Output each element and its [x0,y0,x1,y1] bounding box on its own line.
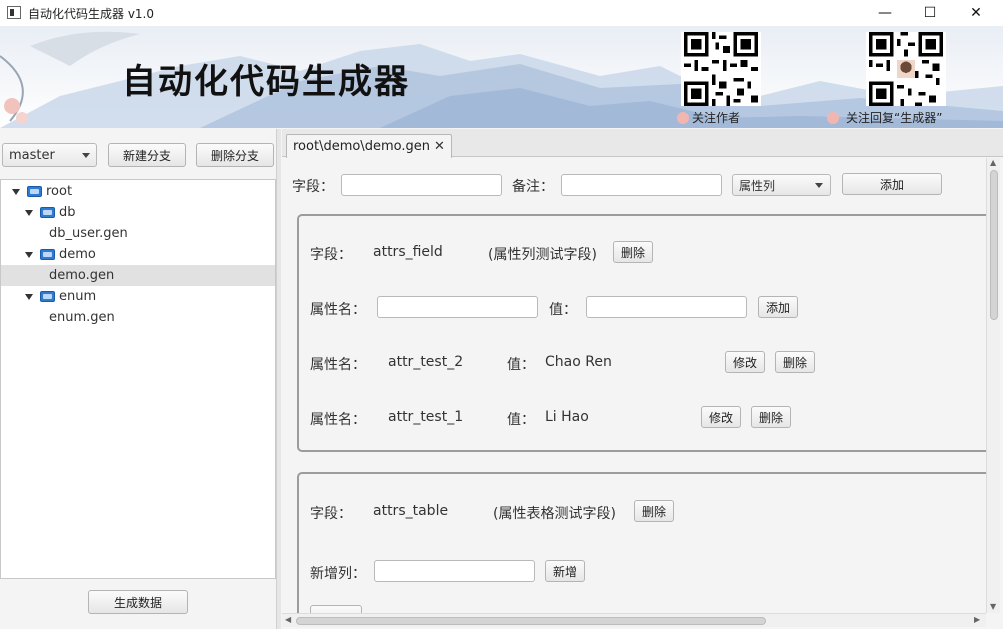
note-input[interactable] [561,174,722,196]
partial-button[interactable] [310,605,362,613]
new-column-label: 新增列： [310,566,366,582]
attr-value-label: 值： [549,302,577,318]
new-column-button[interactable]: 新增 [545,560,585,582]
delete-attr-button[interactable]: 删除 [775,351,815,373]
tree-item-enum[interactable]: enum [1,286,275,307]
attr-name-label: 属性名： [310,412,366,428]
modify-attr-button[interactable]: 修改 [725,351,765,373]
tree-item-label: demo.gen [49,268,115,283]
qr-left-caption: 关注作者 [692,111,741,125]
split-divider[interactable] [276,129,281,629]
tree-item-label: enum [59,289,97,304]
banner-title: 自动化代码生成器 [122,62,410,102]
close-button[interactable]: ✕ [953,0,999,26]
left-panel: master 新建分支 删除分支 root db db_user.gen dem… [0,129,276,629]
flower-icon [827,112,839,124]
scroll-down-icon[interactable]: ▼ [990,602,996,611]
card-field-desc: (属性表格测试字段) [493,506,616,522]
qr-right-caption: 关注回复“生成器” [846,111,943,125]
card-field-label: 字段： [310,506,352,522]
qr-code-reply [866,32,946,106]
attr-name-label: 属性名： [310,302,366,318]
attr-value-input[interactable] [586,296,747,318]
app-icon [7,6,21,19]
generate-data-button[interactable]: 生成数据 [88,590,188,614]
scroll-left-icon[interactable]: ◀ [285,615,291,624]
folder-icon [40,249,55,260]
attr-name: attr_test_2 [388,354,464,370]
tree-item-enum-gen[interactable]: enum.gen [1,307,275,328]
branch-select[interactable]: master [2,143,97,167]
chevron-down-icon [815,183,823,188]
expand-caret-icon[interactable] [25,294,33,300]
tab-demo-gen[interactable]: root\demo\demo.gen ✕ [286,134,452,158]
branch-select-value: master [9,147,55,163]
expand-caret-icon[interactable] [25,210,33,216]
window-title: 自动化代码生成器 v1.0 [28,7,155,21]
attr-name-input[interactable] [377,296,538,318]
tree-item-label: root [46,184,73,199]
scroll-right-icon[interactable]: ▶ [974,615,980,624]
add-field-button[interactable]: 添加 [842,173,942,195]
attr-value-label: 值： [507,412,535,428]
title-bar: 自动化代码生成器 v1.0 — ☐ ✕ [0,0,1003,26]
new-column-input[interactable] [374,560,535,582]
tree-item-root[interactable]: root [1,181,275,202]
file-tree: root db db_user.gen demo demo.gen enum e… [0,179,276,579]
qr-code-author [681,32,761,106]
field-card-attrs-field: 字段： attrs_field (属性列测试字段) 删除 属性名： 值： 添加 … [297,214,986,452]
attr-value: Li Hao [545,409,589,425]
delete-branch-button[interactable]: 删除分支 [196,143,274,167]
card-field-desc: (属性列测试字段) [488,247,597,263]
attr-name: attr_test_1 [388,409,464,425]
delete-field-button[interactable]: 删除 [613,241,653,263]
editor-content: 字段： 备注： 属性列 添加 字段： attrs_field (属性列测试字段)… [282,158,986,613]
card-field-name: attrs_field [373,244,443,260]
chevron-down-icon [82,153,90,158]
field-card-attrs-table: 字段： attrs_table (属性表格测试字段) 删除 新增列： 新增 [297,472,986,613]
tree-item-db-user-gen[interactable]: db_user.gen [1,223,275,244]
attr-name-label: 属性名： [310,357,366,373]
tree-item-label: db_user.gen [49,226,128,241]
tree-item-label: enum.gen [49,310,115,325]
expand-caret-icon[interactable] [12,189,20,195]
maximize-button[interactable]: ☐ [907,0,953,26]
attr-value: Chao Ren [545,354,612,370]
type-select-value: 属性列 [739,178,776,193]
vertical-scroll-thumb[interactable] [990,170,998,320]
tab-label: root\demo\demo.gen [293,139,430,154]
delete-attr-button[interactable]: 删除 [751,406,791,428]
banner: 自动化代码生成器 关注作者 关注回复“生成器” [0,26,1003,128]
tree-item-demo[interactable]: demo [1,244,275,265]
field-input[interactable] [341,174,502,196]
add-attr-button[interactable]: 添加 [758,296,798,318]
modify-attr-button[interactable]: 修改 [701,406,741,428]
card-field-label: 字段： [310,247,352,263]
folder-icon [27,186,42,197]
vertical-scrollbar[interactable]: ▲ ▼ [986,158,1000,613]
field-label: 字段： [292,179,334,195]
close-icon[interactable]: ✕ [434,139,445,154]
tree-item-label: demo [59,247,96,262]
folder-icon [40,207,55,218]
horizontal-scroll-thumb[interactable] [296,617,766,625]
tree-item-label: db [59,205,76,220]
delete-field-button[interactable]: 删除 [634,500,674,522]
tree-item-demo-gen[interactable]: demo.gen [1,265,275,286]
tree-item-db[interactable]: db [1,202,275,223]
attr-value-label: 值： [507,357,535,373]
type-select[interactable]: 属性列 [732,174,831,196]
scroll-up-icon[interactable]: ▲ [990,158,996,167]
card-field-name: attrs_table [373,503,449,519]
folder-icon [40,291,55,302]
minimize-button[interactable]: — [862,0,908,26]
flower-icon [677,112,689,124]
expand-caret-icon[interactable] [25,252,33,258]
new-branch-button[interactable]: 新建分支 [108,143,186,167]
horizontal-scrollbar[interactable]: ◀ ▶ [282,613,986,627]
note-label: 备注： [512,179,554,195]
